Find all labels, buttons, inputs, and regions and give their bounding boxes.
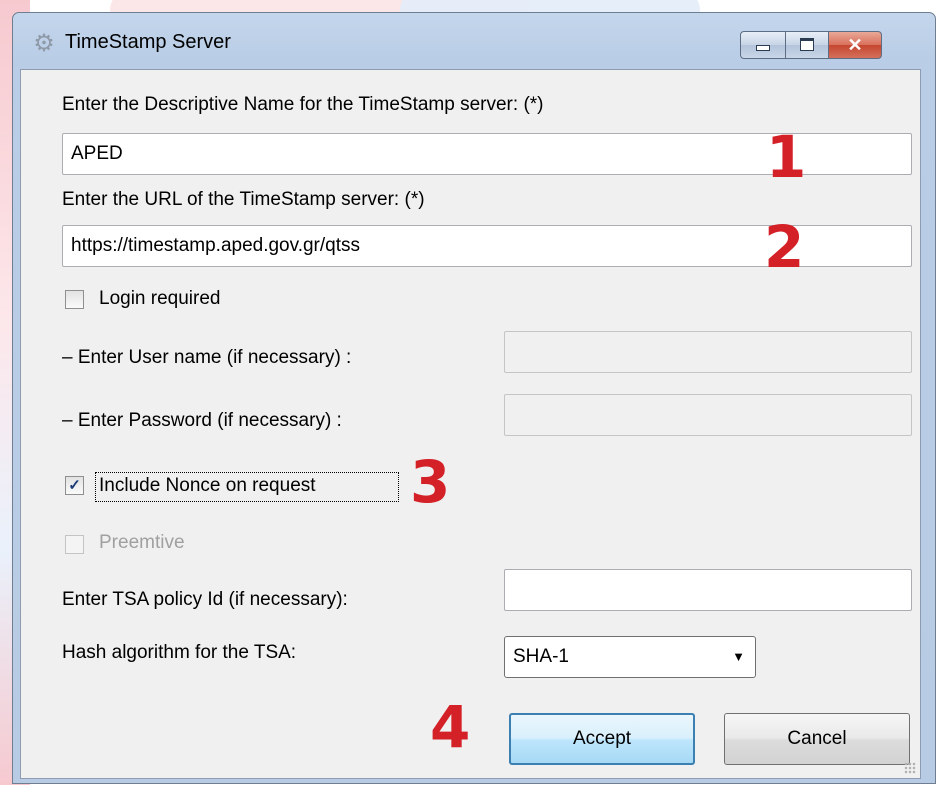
hash-algorithm-select[interactable]: SHA-1 ▼ — [504, 636, 756, 678]
window-title: TimeStamp Server — [65, 31, 231, 53]
cancel-button[interactable]: Cancel — [724, 713, 910, 765]
hash-algorithm-value: SHA-1 — [513, 646, 569, 667]
minimize-button[interactable] — [740, 31, 786, 59]
preemptive-checkbox[interactable] — [65, 535, 84, 554]
username-label: – Enter User name (if necessary) : — [62, 347, 352, 368]
hash-algorithm-label: Hash algorithm for the TSA: — [62, 642, 297, 663]
tsa-policy-field[interactable] — [504, 569, 912, 611]
resize-grip-icon[interactable] — [904, 762, 916, 774]
close-button[interactable]: ✕ — [828, 31, 882, 59]
accept-button[interactable]: Accept — [509, 713, 695, 765]
annotation-3: 3 — [410, 448, 451, 516]
tsa-policy-label: Enter TSA policy Id (if necessary): — [62, 589, 348, 610]
include-nonce-label[interactable]: Include Nonce on request — [99, 475, 316, 497]
server-url-label: Enter the URL of the TimeStamp server: (… — [62, 189, 425, 210]
preemptive-label: Preemtive — [99, 532, 185, 553]
include-nonce-checkbox[interactable]: ✓ — [65, 476, 84, 495]
chevron-down-icon: ▼ — [732, 649, 745, 664]
annotation-4: 4 — [430, 693, 471, 761]
login-required-label[interactable]: Login required — [99, 288, 220, 310]
title-bar[interactable]: ⚙ TimeStamp Server ✕ — [13, 13, 935, 69]
maximize-button[interactable] — [785, 31, 829, 59]
annotation-1: 1 — [766, 123, 807, 191]
login-required-checkbox[interactable] — [65, 290, 84, 309]
server-name-label: Enter the Descriptive Name for the TimeS… — [62, 94, 544, 115]
gear-icon: ⚙ — [33, 30, 55, 57]
minimize-icon — [756, 44, 770, 51]
password-label: – Enter Password (if necessary) : — [62, 410, 342, 431]
maximize-icon — [800, 38, 814, 52]
annotation-2: 2 — [764, 213, 805, 281]
close-icon: ✕ — [847, 35, 863, 55]
username-field[interactable] — [504, 331, 912, 373]
password-field[interactable] — [504, 394, 912, 436]
